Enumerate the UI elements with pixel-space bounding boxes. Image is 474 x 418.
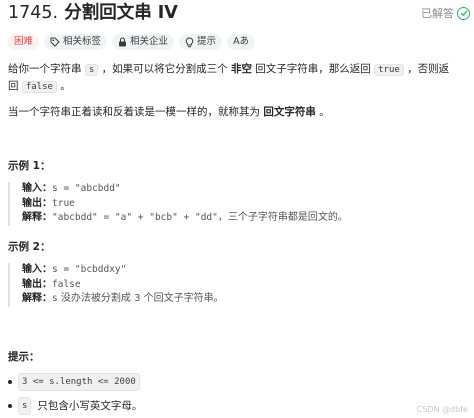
text: 回文子字符串，那么返回 [255, 63, 371, 75]
inline-code: 3 <= s.length <= 2000 [18, 373, 140, 391]
example-1-heading: 示例 1： [8, 160, 51, 172]
constraint-text: 只包含小写英文字母。 [37, 400, 143, 412]
explanation-label: 解释： [22, 212, 52, 223]
output-value: true [52, 197, 75, 209]
problem-number: 1745. [8, 3, 59, 23]
inline-code: s [84, 64, 99, 76]
inline-code: false [21, 81, 57, 93]
output-label: 输出： [22, 197, 52, 209]
text: ，否则返 [407, 63, 450, 75]
related-companies-button[interactable]: 相关企业 [112, 34, 175, 50]
constraints-heading: 提示： [8, 351, 40, 363]
related-tags-button[interactable]: 相关标签 [44, 34, 108, 50]
hint-label: 提示 [197, 36, 217, 47]
text: 。 [60, 80, 71, 92]
related-tags-label: 相关标签 [63, 36, 102, 47]
difficulty-badge: 困难 [8, 34, 40, 50]
example-2-output: 输出：false [22, 278, 348, 293]
check-circle-icon [457, 6, 470, 20]
input-label: 输入： [22, 183, 52, 194]
lightbulb-icon [185, 36, 194, 48]
explanation-text: 没办法被分割成 3 个回文子字符串。 [57, 293, 224, 304]
inline-code: s [18, 397, 32, 415]
example-1-output: 输出：true [22, 197, 348, 212]
description-paragraph-2: 当一个字符串正着读和反着读是一模一样的，就称其为 回文字符串 。 [8, 104, 330, 120]
text: 给你一个字符串 [8, 63, 82, 75]
solved-status: 已解答 [421, 5, 470, 21]
description-line-1: 给你一个字符串 s ，如果可以将它分割成三个 非空 回文子字符串，那么返回 tr… [8, 61, 449, 78]
example-2-heading: 示例 2： [8, 241, 51, 253]
inline-code: true [374, 64, 404, 76]
bullet-dot [8, 404, 12, 408]
example-2-input: 输入：s = "bcbddxy" [22, 263, 348, 278]
problem-name: 分割回文串 IV [64, 3, 178, 23]
input-value: s = "bcbddxy" [52, 264, 127, 275]
constraint-item-2: s 只包含小写英文字母。 [8, 397, 142, 415]
text: 。 [319, 106, 330, 118]
difficulty-label: 困难 [14, 36, 34, 47]
bullet-dot [8, 380, 12, 384]
watermark: CSDN @dbfe [416, 405, 468, 414]
font-toggle-button[interactable]: Aあ [227, 34, 256, 50]
input-label: 输入： [22, 264, 52, 275]
tag-icon [50, 37, 60, 47]
tag-bar: 困难 相关标签 相关企业 提示 Aあ [8, 34, 256, 50]
example-1-explanation: 解释："abcbdd" = "a" + "bcb" + "dd"，三个子字符串都… [22, 211, 348, 226]
output-value: false [52, 278, 81, 290]
explanation-text: ，三个子字符串都是回文的。 [217, 212, 348, 223]
lock-icon [118, 37, 127, 47]
solved-label: 已解答 [421, 7, 454, 20]
bold-text: 非空 [230, 63, 252, 75]
example-2-block: 输入：s = "bcbddxy" 输出：false 解释：s 没办法被分割成 3… [8, 263, 348, 307]
explanation-code: "abcbdd" = "a" + "bcb" + "dd" [52, 212, 218, 223]
text: 当一个字符串正着读和反着读是一模一样的，就称其为 [8, 106, 260, 118]
bold-text: 回文字符串 [263, 106, 316, 118]
text: 回 [8, 80, 19, 92]
font-toggle-label: Aあ [233, 36, 250, 47]
related-companies-label: 相关企业 [130, 36, 169, 47]
problem-title[interactable]: 1745. 分割回文串 IV [8, 2, 178, 24]
constraint-item-1: 3 <= s.length <= 2000 [8, 373, 140, 391]
title-row: 1745. 分割回文串 IV 已解答 [8, 2, 470, 26]
example-1-block: 输入：s = "abcbdd" 输出：true 解释："abcbdd" = "a… [8, 182, 348, 226]
description-line-2: 回 false 。 [8, 78, 71, 95]
text: ，如果可以将它分割成三个 [101, 63, 228, 75]
output-label: 输出： [22, 278, 52, 290]
example-2-explanation: 解释：s 没办法被分割成 3 个回文子字符串。 [22, 292, 348, 307]
input-value: s = "abcbdd" [52, 183, 121, 194]
explanation-label: 解释： [22, 293, 52, 304]
example-1-input: 输入：s = "abcbdd" [22, 182, 348, 197]
hint-button[interactable]: 提示 [179, 34, 223, 50]
